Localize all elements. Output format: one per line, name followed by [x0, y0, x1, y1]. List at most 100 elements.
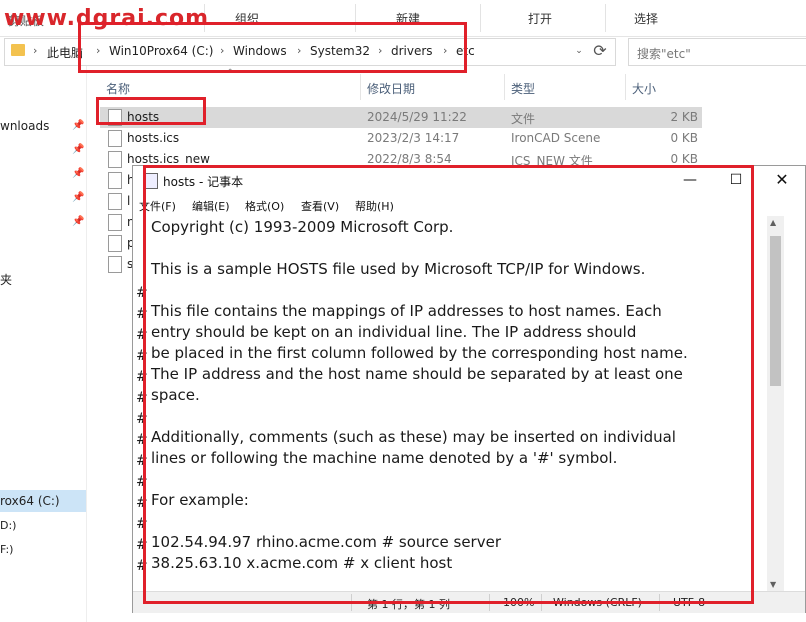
- text-line: Additionally, comments (such as these) m…: [151, 428, 676, 446]
- column-header-date[interactable]: 修改日期: [367, 80, 415, 97]
- notepad-statusbar: 第 1 行，第 1 列 100% Windows (CRLF) UTF-8: [133, 591, 805, 613]
- column-divider[interactable]: [360, 74, 361, 100]
- sidebar-item-folder[interactable]: 夹: [0, 271, 12, 288]
- file-size: 0 KB: [670, 131, 698, 145]
- menu-help[interactable]: 帮助(H): [355, 198, 394, 214]
- list-item[interactable]: s: [108, 254, 134, 275]
- file-date: 2023/2/3 14:17: [367, 131, 460, 145]
- file-name: hosts.ics: [127, 131, 180, 145]
- file-icon: [108, 172, 122, 189]
- menu-view[interactable]: 查看(V): [301, 198, 339, 214]
- list-item[interactable]: h: [108, 170, 135, 191]
- file-name: l: [127, 194, 131, 208]
- file-icon: [108, 214, 122, 231]
- file-icon: [108, 151, 122, 168]
- sidebar-item-drive-f[interactable]: F:): [0, 543, 13, 556]
- hash-mark: #: [136, 432, 148, 448]
- chevron-right-icon[interactable]: ›: [96, 44, 100, 57]
- search-placeholder: 搜索"etc": [637, 47, 691, 61]
- breadcrumb-drive[interactable]: Win10Prox64 (C:): [109, 44, 213, 58]
- pin-icon: 📌: [72, 216, 85, 227]
- file-icon: [108, 256, 122, 273]
- watermark: www.dgrai.com: [4, 6, 210, 31]
- sidebar-item-drive-d[interactable]: D:): [0, 519, 16, 532]
- file-date: 2022/8/3 8:54: [367, 152, 452, 166]
- scroll-up-icon[interactable]: ▲: [770, 218, 776, 227]
- menu-file[interactable]: 文件(F): [139, 198, 176, 214]
- file-icon: [108, 235, 122, 252]
- text-line: 38.25.63.10 x.acme.com # x client host: [151, 554, 453, 572]
- notepad-window: hosts - 记事本 — ☐ ✕ 文件(F) 编辑(E) 格式(O) 查看(V…: [132, 165, 806, 613]
- file-name: hosts.ics_new: [127, 152, 210, 166]
- text-line: Copyright (c) 1993-2009 Microsoft Corp.: [151, 218, 454, 236]
- pin-icon: 📌: [72, 168, 85, 179]
- file-icon: [108, 109, 122, 126]
- column-header-name[interactable]: 名称: [106, 80, 130, 97]
- text-line: For example:: [151, 491, 249, 509]
- chevron-right-icon[interactable]: ›: [297, 44, 301, 57]
- column-divider[interactable]: [504, 74, 505, 100]
- scroll-down-icon[interactable]: ▼: [770, 580, 776, 589]
- file-row-hosts-ics[interactable]: hosts.ics 2023/2/3 14:17 IronCAD Scene 0…: [100, 128, 702, 149]
- sidebar-item-downloads[interactable]: wnloads: [0, 119, 49, 133]
- chevron-right-icon[interactable]: ›: [220, 44, 224, 57]
- notepad-icon: [145, 173, 158, 189]
- file-icon: [108, 193, 122, 210]
- text-line: space.: [151, 386, 200, 404]
- breadcrumb-system32[interactable]: System32: [310, 44, 370, 58]
- pin-icon: 📌: [72, 144, 85, 155]
- organize-group[interactable]: 组织: [235, 10, 259, 27]
- hash-mark: #: [136, 411, 148, 427]
- menu-edit[interactable]: 编辑(E): [192, 198, 230, 214]
- minimize-icon[interactable]: —: [667, 166, 713, 194]
- breadcrumb-etc[interactable]: etc: [456, 44, 475, 58]
- breadcrumb-this-pc[interactable]: 此电脑: [47, 44, 83, 61]
- list-item[interactable]: p: [108, 233, 135, 254]
- navigation-pane: wnloads 📌 📌 📌 📌 📌 夹 rox64 (C:) D:) F:): [0, 66, 87, 622]
- sort-ascending-icon: ^: [226, 68, 235, 79]
- chevron-right-icon[interactable]: ›: [33, 44, 37, 57]
- open-group[interactable]: 打开: [528, 10, 552, 27]
- menu-format[interactable]: 格式(O): [245, 198, 284, 214]
- text-line: be placed in the first column followed b…: [151, 344, 688, 362]
- close-icon[interactable]: ✕: [759, 166, 805, 194]
- list-item[interactable]: n: [108, 212, 135, 233]
- text-line: entry should be kept on an individual li…: [151, 323, 637, 341]
- file-size: 2 KB: [670, 110, 698, 124]
- hash-mark: #: [136, 306, 148, 322]
- hash-mark: #: [136, 495, 148, 511]
- maximize-icon[interactable]: ☐: [713, 166, 759, 194]
- column-header-size[interactable]: 大小: [632, 80, 656, 97]
- address-bar[interactable]: › 此电脑 › Win10Prox64 (C:) › Windows › Sys…: [4, 38, 616, 66]
- sidebar-item-drive-c[interactable]: rox64 (C:): [0, 494, 60, 508]
- scrollbar-thumb[interactable]: [770, 236, 781, 386]
- hash-mark: #: [136, 348, 148, 364]
- status-encoding: UTF-8: [673, 596, 706, 609]
- column-header-type[interactable]: 类型: [511, 80, 535, 97]
- chevron-right-icon[interactable]: ›: [443, 44, 447, 57]
- notepad-text-area[interactable]: Copyright (c) 1993-2009 Microsoft Corp. …: [133, 216, 767, 591]
- text-line: The IP address and the host name should …: [151, 365, 683, 383]
- folder-icon: [11, 44, 25, 56]
- pin-icon: 📌: [72, 120, 85, 131]
- chevron-right-icon[interactable]: ›: [378, 44, 382, 57]
- ribbon-divider: [355, 4, 356, 32]
- breadcrumb-drivers[interactable]: drivers: [391, 44, 433, 58]
- file-date: 2024/5/29 11:22: [367, 110, 467, 124]
- breadcrumb-windows[interactable]: Windows: [233, 44, 287, 58]
- refresh-icon[interactable]: ⟳: [587, 38, 613, 64]
- pin-icon: 📌: [72, 192, 85, 203]
- list-item[interactable]: l: [108, 191, 134, 212]
- file-type: 文件: [511, 112, 536, 126]
- notepad-titlebar[interactable]: hosts - 记事本 — ☐ ✕: [133, 166, 805, 194]
- file-row-hosts[interactable]: hosts 2024/5/29 11:22 文件 2 KB: [100, 107, 702, 128]
- file-name: hosts: [127, 110, 160, 124]
- search-input[interactable]: 搜索"etc": [628, 38, 806, 66]
- ribbon-divider: [480, 4, 481, 32]
- vertical-scrollbar[interactable]: ▲ ▼: [767, 216, 784, 591]
- column-divider[interactable]: [625, 74, 626, 100]
- new-group[interactable]: 新建: [396, 10, 420, 27]
- file-type: IronCAD Scene: [511, 131, 601, 145]
- select-group[interactable]: 选择: [634, 10, 658, 27]
- chevron-down-icon[interactable]: ⌄: [573, 38, 585, 64]
